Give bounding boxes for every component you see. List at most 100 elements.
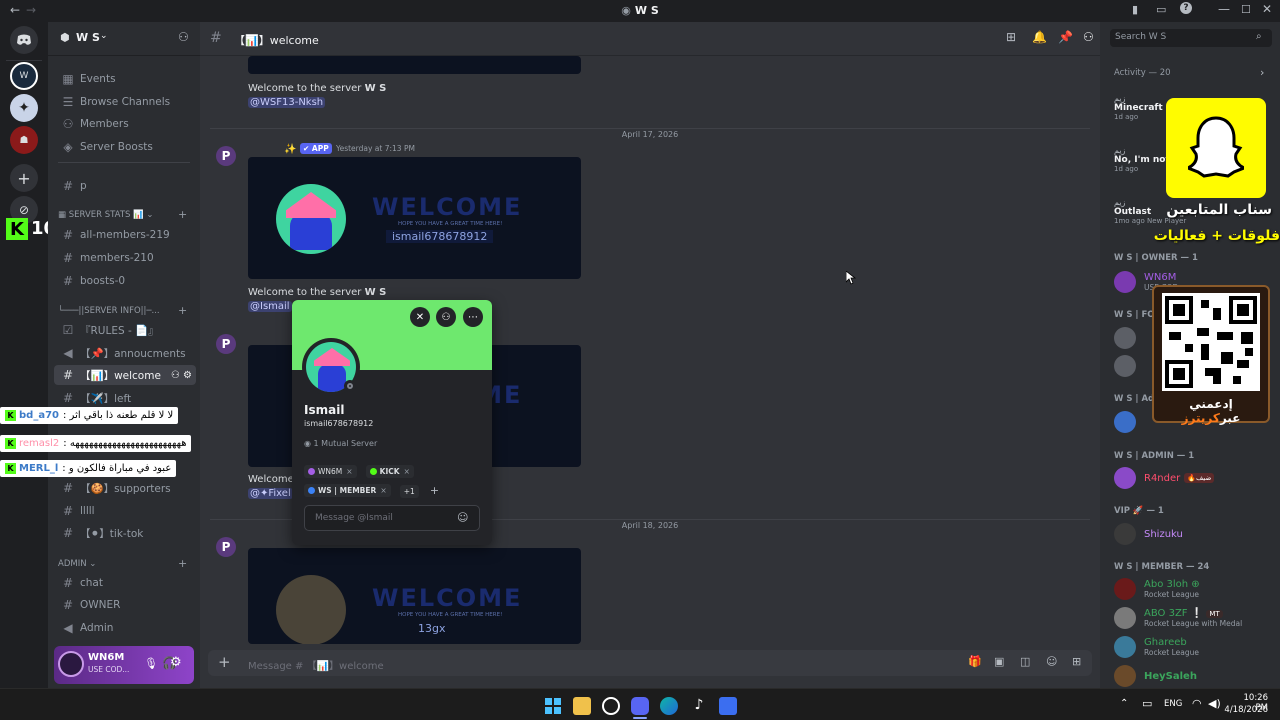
app-icon[interactable] [719,697,737,715]
add-server-icon[interactable]: + [10,164,38,192]
discord-icon[interactable] [631,697,649,715]
help-icon[interactable]: ? [1180,2,1192,14]
chevron-up-icon[interactable]: ⌃ [1120,698,1128,709]
add-channel-icon[interactable]: + [178,304,187,317]
mutual-servers[interactable]: ◉ 1 Mutual Server [304,439,377,448]
gift-icon[interactable]: 🎁 [968,655,982,668]
channel-lllll[interactable]: # lllll [54,501,196,521]
bell-icon[interactable]: 🔔 [1032,30,1047,44]
discord-home-icon[interactable] [10,26,38,54]
volume-icon[interactable]: ◀) [1208,697,1221,710]
maximize-icon[interactable]: ☐ [1241,3,1251,16]
close-icon[interactable]: ✕ [1262,2,1272,16]
member-row[interactable]: Abo 3loh ⊕ Rocket League [1114,575,1274,603]
channel-supporters[interactable]: # 【🍪】supporters [54,478,196,498]
user-mention[interactable]: @✦Fixel [248,488,293,499]
remove-icon[interactable]: × [380,486,386,495]
channel-announcements[interactable]: ◀ 【📌】annoucments [54,343,196,363]
server-icon-2[interactable]: ✦ [10,94,38,122]
avatar [1114,271,1136,293]
user-mention[interactable]: @WSF13-Nksh [248,97,326,108]
sidebar-item-browse[interactable]: ☰ Browse Channels [54,92,196,112]
gear-icon[interactable]: ⚙ [170,655,182,670]
member-row[interactable]: R4nder 🔥ضيف [1114,464,1274,492]
screen-icon[interactable]: ▭ [1156,3,1166,16]
avatar[interactable]: P [216,334,236,354]
welcome-embed-image[interactable]: WELCOME HOPE YOU HAVE A GREAT TIME HERE!… [248,548,581,644]
member-row[interactable]: HeySaleh [1114,662,1274,690]
role-tag[interactable]: KICK × [365,465,414,478]
member-list-icon[interactable]: ⚇ [1083,30,1094,44]
microphone-icon[interactable]: 🎙 [144,657,158,670]
category-server-stats[interactable]: ▦ SERVER STATS 📊 ⌄ [58,210,154,220]
wifi-icon[interactable]: ◠ [1192,697,1202,710]
more-roles[interactable]: +1 [399,485,419,498]
channel-rules[interactable]: ☑ 『RULES - 📄』 [54,320,196,340]
add-role-icon[interactable]: + [430,484,439,497]
channel-p[interactable]: # p [54,176,196,196]
server-icon-3[interactable]: ☗ [10,126,38,154]
remove-icon[interactable]: × [404,467,410,476]
embed-image[interactable] [248,56,581,74]
welcome-embed-image[interactable]: WELCOME HOPE YOU HAVE A GREAT TIME HERE!… [248,157,581,279]
channel-owner[interactable]: # OWNER [54,595,196,615]
tiktok-icon[interactable]: ♪ [690,697,708,715]
channel-all-members[interactable]: # all-members-219 [54,225,196,245]
pin-icon[interactable]: 📌 [1058,30,1073,44]
inbox-icon[interactable]: ▮ [1132,3,1138,16]
clock-date[interactable]: 4/18/2026 [1222,705,1268,715]
channel-left[interactable]: # 【✈️】left [54,388,196,408]
sidebar-item-boosts[interactable]: ◈ Server Boosts [54,137,196,157]
add-channel-icon[interactable]: + [178,557,187,570]
file-explorer-icon[interactable] [573,697,591,715]
block-icon[interactable]: ✕ [410,307,430,327]
channel-admin[interactable]: ◀ Admin [54,618,196,638]
sidebar-item-members[interactable]: ⚇ Members [54,114,196,134]
category-server-info[interactable]: └───||SERVER INFO||─... [58,306,160,316]
emoji-icon[interactable]: ☺ [1046,655,1057,668]
member-row[interactable]: ABO 3ZF ❕ MT Rocket League with Medal [1114,604,1274,632]
remove-icon[interactable]: × [346,467,352,476]
add-friend-icon[interactable]: ⚇ [436,307,456,327]
obs-icon[interactable] [602,697,620,715]
windows-start-icon[interactable] [544,697,562,715]
tray-icon[interactable]: ▭ [1142,697,1152,710]
sidebar-item-events[interactable]: ▦ Events [54,69,196,89]
role-tag[interactable]: WN6M × [304,465,357,478]
channel-tiktok[interactable]: # 【⚫】tik-tok [54,523,196,543]
add-member-icon[interactable]: ⚇ [178,30,189,44]
gif-icon[interactable]: ▣ [994,655,1004,668]
role-tag[interactable]: WS | MEMBER × [304,484,391,497]
sticker-icon[interactable]: ◫ [1020,655,1030,668]
channel-members[interactable]: # members-210 [54,248,196,268]
invite-icon[interactable]: ⚇ ⚙ [171,370,192,381]
member-row[interactable]: Ghareeb Rocket League [1114,633,1274,661]
avatar[interactable] [58,651,84,677]
search-input[interactable]: Search W S ⌕ [1110,29,1272,47]
language-indicator[interactable]: ENG [1164,699,1182,709]
activity-card[interactable]: زيم No, I'm not a... 1d ago [1114,146,1189,173]
add-channel-icon[interactable]: + [178,208,187,221]
channel-chat[interactable]: # chat [54,573,196,593]
member-row[interactable]: Shizuku [1114,520,1274,548]
minimize-icon[interactable]: — [1218,2,1230,16]
more-options-icon[interactable]: ⋯ [463,307,483,327]
user-mention[interactable]: @Ismail [248,301,292,312]
channel-welcome[interactable]: # 【📊】welcome ⚇ ⚙ [54,365,196,385]
server-icon-ws[interactable]: W [10,62,38,90]
message-composer[interactable]: + Message # 【📊】welcome 🎁 ▣ ◫ ☺ ⊞ [208,650,1092,676]
chevron-right-icon[interactable]: › [1260,66,1264,79]
apps-icon[interactable]: ⊞ [1072,655,1081,668]
threads-icon[interactable]: ⊞ [1006,30,1016,44]
edge-icon[interactable] [660,697,678,715]
avatar[interactable]: P [216,146,236,166]
avatar[interactable]: P [216,537,236,557]
activity-card[interactable]: زيم Minecraft 1d ago [1114,94,1174,121]
category-admin[interactable]: ADMIN ⌄ [58,559,96,569]
qr-code-image [1162,293,1260,391]
emoji-icon[interactable]: ☺ [457,511,468,524]
channel-boosts[interactable]: # boosts-0 [54,271,196,291]
message-user-input[interactable]: Message @Ismail ☺ [304,505,480,531]
attach-plus-icon[interactable]: + [218,653,231,671]
server-header[interactable]: ⬢ W S ⌄ ⚇ [48,22,200,56]
